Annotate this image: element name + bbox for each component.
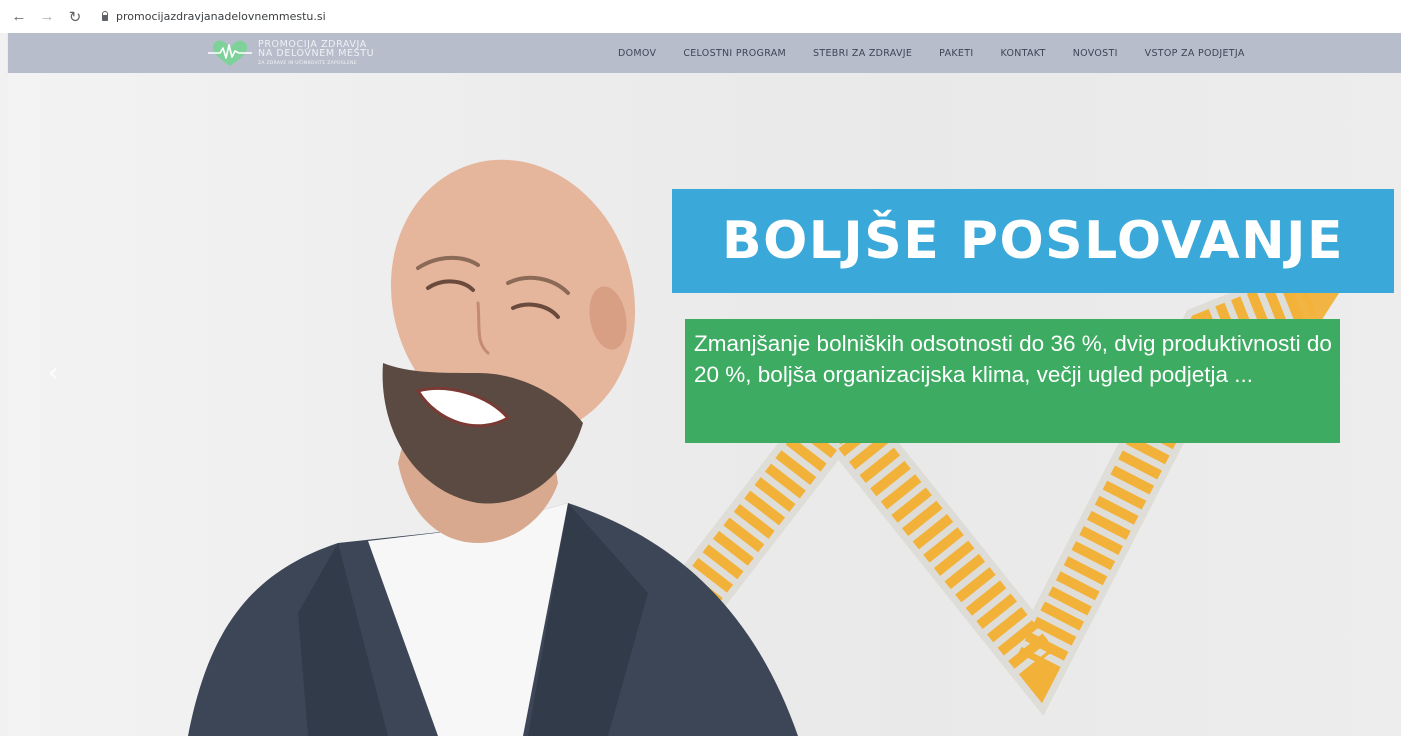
nav-item-stebri-za-zdravje[interactable]: STEBRI ZA ZDRAVJE	[813, 48, 912, 59]
nav-item-paketi[interactable]: PAKETI	[939, 48, 973, 59]
hero-subtext: Zmanjšanje bolniških odsotnosti do 36 %,…	[694, 331, 1332, 387]
nav-item-celostni-program[interactable]: CELOSTNI PROGRAM	[683, 48, 786, 59]
nav-item-domov[interactable]: DOMOV	[618, 48, 656, 59]
headline-banner: BOLJŠE POSLOVANJE	[672, 189, 1394, 293]
browser-toolbar: ← → ↻ promocijazdravjanadelovnemmestu.si	[0, 0, 1401, 33]
nav-item-vstop-za-podjetja[interactable]: VSTOP ZA PODJETJA	[1145, 48, 1245, 59]
hero-slider: ‹ BOLJŠE POSLOVANJE Zmanjšanje bolniških…	[8, 73, 1401, 736]
slider-prev-arrow[interactable]: ‹	[48, 358, 58, 388]
site-logo[interactable]: PROMOCIJA ZDRAVJA NA DELOVNEM MESTU ZA Z…	[208, 35, 374, 71]
logo-text: PROMOCIJA ZDRAVJA NA DELOVNEM MESTU ZA Z…	[258, 40, 374, 67]
hero-headline: BOLJŠE POSLOVANJE	[721, 211, 1345, 271]
arrow-right-icon[interactable]: →	[38, 8, 56, 26]
arrow-left-icon[interactable]: ←	[10, 8, 28, 26]
address-bar[interactable]: promocijazdravjanadelovnemmestu.si	[102, 10, 326, 23]
url-text[interactable]: promocijazdravjanadelovnemmestu.si	[116, 10, 326, 23]
reload-icon[interactable]: ↻	[66, 8, 84, 26]
main-navigation: DOMOV CELOSTNI PROGRAM STEBRI ZA ZDRAVJE…	[618, 33, 1272, 73]
nav-item-novosti[interactable]: NOVOSTI	[1073, 48, 1118, 59]
logo-line-2: NA DELOVNEM MESTU	[258, 48, 375, 60]
site-header: PROMOCIJA ZDRAVJA NA DELOVNEM MESTU ZA Z…	[8, 33, 1401, 73]
nav-item-kontakt[interactable]: KONTAKT	[1000, 48, 1045, 59]
logo-tagline: ZA ZDRAVE IN UČINKOVITE ZAPOSLENE	[258, 60, 357, 66]
heart-pulse-icon	[208, 40, 252, 66]
lock-icon	[102, 10, 108, 21]
subtext-banner: Zmanjšanje bolniških odsotnosti do 36 %,…	[685, 319, 1340, 443]
